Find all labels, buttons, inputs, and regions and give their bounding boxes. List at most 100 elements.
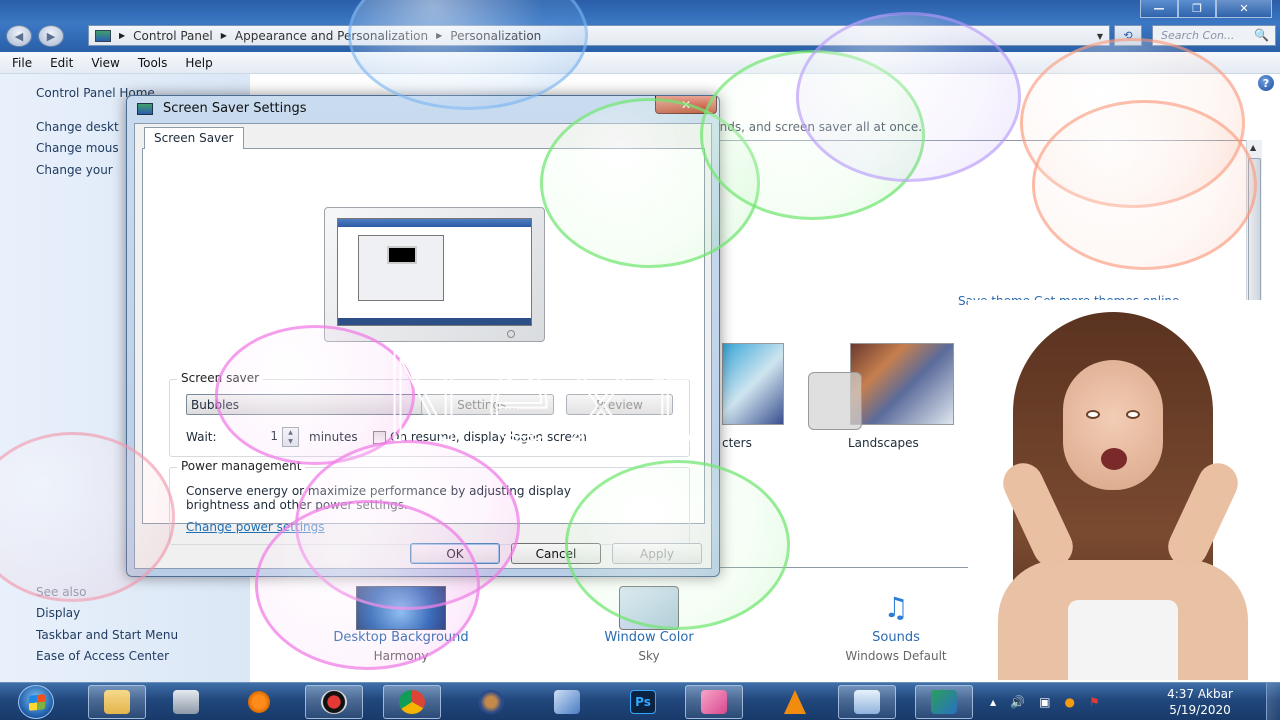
photo-app-icon <box>478 690 504 714</box>
show-desktop-button[interactable] <box>1266 683 1280 720</box>
close-button[interactable]: ✕ <box>1216 0 1272 18</box>
dialog-close-button[interactable]: ✕ <box>655 96 717 114</box>
back-arrow-icon: ◀ <box>14 29 24 43</box>
address-dropdown-icon[interactable]: ▼ <box>1097 32 1103 41</box>
see-also-label: See also <box>36 585 87 599</box>
maximize-button[interactable]: ❐ <box>1178 0 1216 18</box>
theme-label-landscapes[interactable]: Landscapes <box>848 436 919 450</box>
window-color-item[interactable]: Window Color Sky <box>590 586 708 663</box>
search-icon: 🔍 <box>1254 28 1269 42</box>
menu-tools[interactable]: Tools <box>138 56 168 70</box>
logon-checkbox[interactable] <box>373 431 386 444</box>
ok-button[interactable]: OK <box>410 543 500 564</box>
taskbar-personalization[interactable] <box>915 685 973 719</box>
see-also-display[interactable]: Display <box>36 606 80 620</box>
spin-down-icon[interactable]: ▼ <box>283 437 298 446</box>
address-bar[interactable]: ▶ Control Panel ▶ Appearance and Persona… <box>88 25 1110 46</box>
breadcrumb-appearance[interactable]: Appearance and Personalization <box>235 29 428 43</box>
tab-screen-saver[interactable]: Screen Saver <box>144 127 244 149</box>
theme-thumbnail-landscapes[interactable] <box>850 343 954 425</box>
forward-button[interactable]: ▶ <box>38 25 64 47</box>
clock[interactable]: 4:37 Akbar 5/19/2020 <box>1160 686 1240 718</box>
clock-time: 4:37 Akbar <box>1167 687 1233 701</box>
apply-button[interactable]: Apply <box>612 543 702 564</box>
refresh-button[interactable]: ⟲ <box>1114 25 1142 46</box>
window-controls: — ❐ ✕ <box>1140 0 1272 18</box>
window-titlebar: — ❐ ✕ ◀ ▶ ▶ Control Panel ▶ Appearance a… <box>0 0 1280 52</box>
breadcrumb-control-panel[interactable]: Control Panel <box>133 29 213 43</box>
breadcrumb-personalization[interactable]: Personalization <box>450 29 541 43</box>
sounds-item[interactable]: ♫ Sounds Windows Default <box>834 586 958 663</box>
desktop-background-value: Harmony <box>373 649 429 663</box>
preview-button[interactable]: Preview <box>566 394 673 415</box>
desktop-background-item[interactable]: Desktop Background Harmony <box>330 586 472 663</box>
app-tray-icon[interactable]: ● <box>1064 695 1074 709</box>
screen-saver-group-label: Screen saver <box>177 371 264 385</box>
menu-file[interactable]: File <box>12 56 32 70</box>
taskbar-network-app[interactable] <box>538 685 596 719</box>
help-icon[interactable]: ? <box>1258 75 1274 91</box>
logon-label[interactable]: On resume, display logon screen <box>390 430 587 444</box>
tab-page: Screen saver Bubbles ▼ Settings... Previ… <box>142 148 705 545</box>
menu-help[interactable]: Help <box>185 56 212 70</box>
screen-saver-icon <box>137 103 153 115</box>
taskbar-image-viewer[interactable] <box>685 685 743 719</box>
breadcrumb-separator-icon: ▶ <box>119 31 126 40</box>
sounds-value: Windows Default <box>845 649 947 663</box>
network-tray-icon[interactable]: ▣ <box>1039 695 1050 709</box>
search-input[interactable]: Search Con... 🔍 <box>1152 25 1276 46</box>
theme-label-characters[interactable]: cters <box>722 436 752 450</box>
power-management-label: Power management <box>177 459 306 473</box>
screen-saver-preview-monitor <box>324 207 545 342</box>
surprised-woman-photo <box>968 300 1280 680</box>
window-color-label: Window Color <box>604 630 694 645</box>
back-button[interactable]: ◀ <box>6 25 32 47</box>
screen-saver-selected: Bubbles <box>191 398 240 412</box>
taskbar-screen-recorder[interactable] <box>305 685 363 719</box>
taskbar-explorer[interactable] <box>88 685 146 719</box>
action-center-icon[interactable]: ⚑ <box>1089 695 1100 709</box>
settings-button[interactable]: Settings... <box>421 394 554 415</box>
see-also-taskbar[interactable]: Taskbar and Start Menu <box>36 628 178 642</box>
personalization-icon <box>931 690 957 714</box>
control-panel-icon <box>95 29 111 42</box>
dialog-body: Screen Saver Screen saver Bubbles ▼ Sett… <box>134 123 712 569</box>
refresh-icon: ⟲ <box>1123 29 1133 42</box>
sounds-label: Sounds <box>872 630 920 645</box>
taskbar-photo-app[interactable] <box>462 685 520 719</box>
cancel-button[interactable]: Cancel <box>511 543 601 564</box>
see-also-ease-of-access[interactable]: Ease of Access Center <box>36 649 169 663</box>
taskbar-media-player[interactable] <box>230 685 288 719</box>
theme-thumbnail-characters[interactable] <box>722 343 784 425</box>
menu-edit[interactable]: Edit <box>50 56 73 70</box>
start-button[interactable] <box>18 685 54 719</box>
taskbar-photoshop[interactable]: Ps <box>614 685 672 719</box>
network-icon <box>554 690 580 714</box>
wait-minutes-input[interactable]: 1 <box>228 427 282 447</box>
folder-icon <box>104 690 130 714</box>
sidebar-change-account-picture[interactable]: Change your <box>36 163 113 177</box>
change-power-settings-link[interactable]: Change power settings <box>186 520 325 534</box>
minimize-button[interactable]: — <box>1140 0 1178 18</box>
taskbar-vlc[interactable] <box>766 685 824 719</box>
taskbar-control-panel[interactable] <box>838 685 896 719</box>
volume-icon[interactable]: 🔊 <box>1010 695 1025 709</box>
spin-up-icon[interactable]: ▲ <box>283 428 298 437</box>
sidebar-change-desktop-icons[interactable]: Change deskt <box>36 120 119 134</box>
clock-date: 5/19/2020 <box>1169 703 1231 717</box>
breadcrumb-separator-icon: ▶ <box>436 31 443 40</box>
taskbar-media-center[interactable] <box>157 685 215 719</box>
menu-view[interactable]: View <box>91 56 119 70</box>
wait-spinner[interactable]: ▲ ▼ <box>282 427 299 447</box>
vlc-icon <box>784 690 806 714</box>
sidebar-change-mouse-pointers[interactable]: Change mous <box>36 141 119 155</box>
show-hidden-icons-icon[interactable]: ▲ <box>990 698 996 707</box>
scroll-up-icon[interactable]: ▲ <box>1250 143 1256 152</box>
recorder-icon <box>321 690 347 714</box>
image-viewer-icon <box>701 690 727 714</box>
window-color-swatch <box>619 586 679 630</box>
taskbar-chrome[interactable] <box>383 685 441 719</box>
breadcrumb-separator-icon: ▶ <box>220 31 227 40</box>
screen-saver-select[interactable]: Bubbles ▼ <box>186 394 437 415</box>
minutes-label: minutes <box>309 430 358 444</box>
